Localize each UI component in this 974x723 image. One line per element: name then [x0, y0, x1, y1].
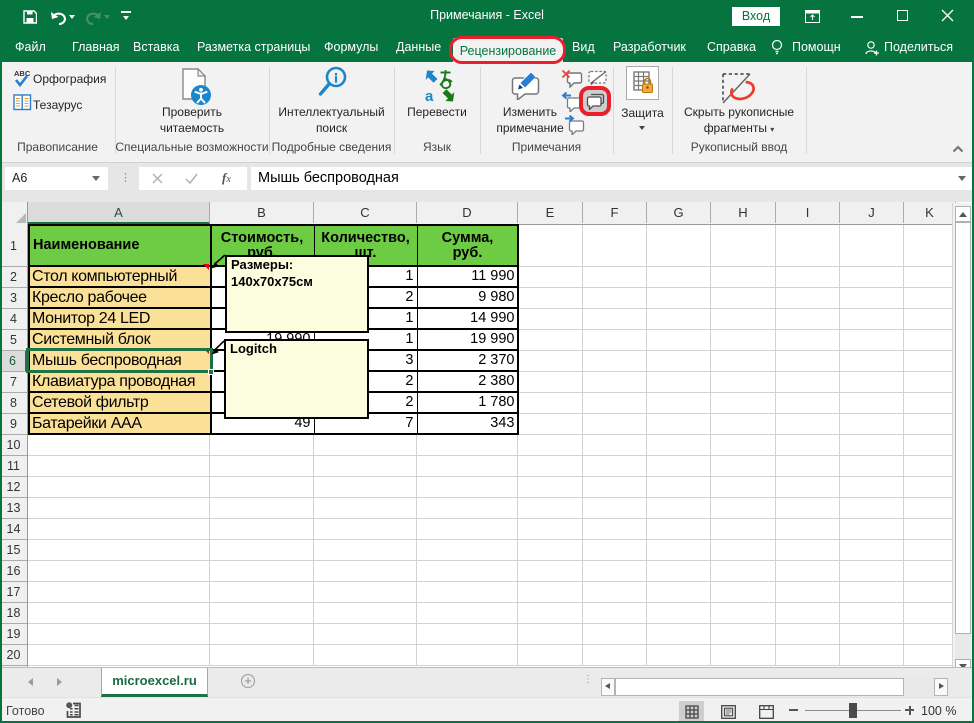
svg-text:ABC: ABC: [14, 69, 31, 78]
svg-text:a: a: [425, 88, 434, 102]
